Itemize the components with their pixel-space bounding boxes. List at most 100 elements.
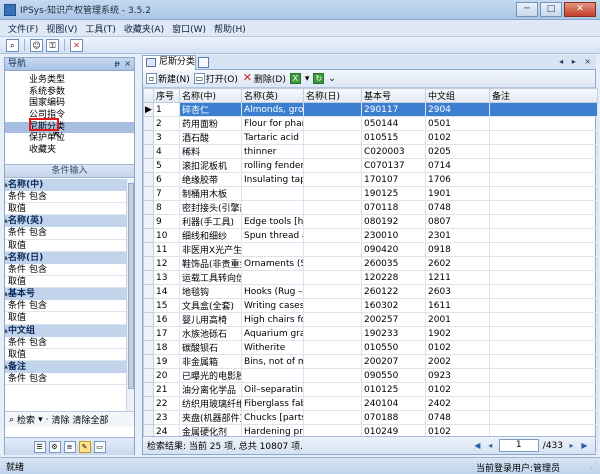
table-cell[interactable]: 2001: [425, 312, 490, 327]
table-cell[interactable]: 17: [153, 326, 180, 341]
row-indicator[interactable]: [143, 172, 154, 187]
table-cell[interactable]: 0102: [425, 340, 490, 355]
table-cell[interactable]: [303, 172, 362, 187]
table-cell[interactable]: High chairs for: [241, 312, 304, 327]
table-row[interactable]: 10细线和细纱Spun thread ar 2300102301: [143, 228, 598, 243]
menu-favorites[interactable]: 收藏夹(A): [120, 22, 168, 35]
table-cell[interactable]: 油分离化学品: [179, 382, 242, 397]
table-cell[interactable]: 0923: [425, 368, 490, 383]
table-cell[interactable]: Spun thread ar: [241, 228, 304, 243]
table-cell[interactable]: 160302: [361, 298, 426, 313]
table-row[interactable]: 21 油分离化学品 Oil–separating 010125 0102: [143, 382, 598, 397]
table-cell[interactable]: [303, 312, 362, 327]
table-cell[interactable]: 非医用X光产生装: [179, 242, 242, 257]
condition-value[interactable]: 包含: [27, 300, 47, 311]
table-cell[interactable]: Bins, not of me: [241, 354, 304, 369]
table-cell[interactable]: [489, 144, 598, 159]
condition-scrollbar[interactable]: [126, 179, 134, 411]
table-cell[interactable]: 0102: [425, 382, 490, 397]
table-cell[interactable]: 070188: [361, 410, 426, 425]
table-row[interactable]: 14 地毯钩 Hooks (Rug –) 260122 2603: [143, 284, 598, 299]
nav-item-protection-unit[interactable]: 保护单位: [29, 133, 134, 145]
menu-help[interactable]: 帮助(H): [210, 22, 250, 35]
table-cell[interactable]: [489, 158, 598, 173]
table-cell[interactable]: [303, 284, 362, 299]
table-cell[interactable]: [489, 326, 598, 341]
column-header[interactable]: 备注: [489, 88, 598, 103]
table-cell[interactable]: 0205: [425, 144, 490, 159]
table-cell[interactable]: 地毯钩: [179, 284, 242, 299]
table-cell[interactable]: 14: [153, 284, 180, 299]
column-header[interactable]: 基本号: [361, 88, 426, 103]
table-cell[interactable]: thinner: [241, 144, 304, 159]
table-cell[interactable]: 运载工具转向信号: [179, 270, 242, 285]
row-indicator[interactable]: [143, 396, 154, 411]
condition-row[interactable]: 取值: [5, 240, 127, 252]
table-cell[interactable]: 制桶用木板: [179, 186, 242, 201]
menu-tools[interactable]: 工具(T): [81, 22, 120, 35]
table-cell[interactable]: 7: [153, 186, 180, 201]
table-cell[interactable]: [303, 102, 362, 117]
table-cell[interactable]: 260122: [361, 284, 426, 299]
condition-group-title[interactable]: 备注: [5, 360, 127, 373]
new-tab-icon[interactable]: [198, 57, 209, 68]
condition-value[interactable]: 包含: [27, 264, 47, 275]
row-indicator[interactable]: ▶: [143, 102, 154, 117]
table-cell[interactable]: 0807: [425, 214, 490, 229]
table-row[interactable]: 8密封接头(引擎部 0701180748: [143, 200, 598, 215]
table-cell[interactable]: 0748: [425, 410, 490, 425]
condition-group-title[interactable]: 名称(日): [5, 251, 127, 264]
row-indicator[interactable]: [143, 354, 154, 369]
table-cell[interactable]: 0714: [425, 158, 490, 173]
table-cell[interactable]: [303, 396, 362, 411]
table-cell[interactable]: [489, 368, 598, 383]
table-cell[interactable]: 9: [153, 214, 180, 229]
table-cell[interactable]: 050144: [361, 116, 426, 131]
table-cell[interactable]: [303, 144, 362, 159]
condition-value[interactable]: [27, 276, 29, 287]
table-cell[interactable]: 12: [153, 256, 180, 271]
table-cell[interactable]: 5: [153, 158, 180, 173]
condition-row[interactable]: 条件 包含: [5, 300, 127, 313]
row-indicator[interactable]: [143, 256, 154, 271]
row-indicator[interactable]: [143, 186, 154, 201]
table-cell[interactable]: 1: [153, 102, 180, 117]
condition-value[interactable]: 包含: [27, 337, 47, 348]
table-cell[interactable]: 120228: [361, 270, 426, 285]
row-indicator[interactable]: [143, 326, 154, 341]
table-cell[interactable]: [489, 116, 598, 131]
table-cell[interactable]: 婴儿用高椅: [179, 312, 242, 327]
table-cell[interactable]: [489, 270, 598, 285]
column-header[interactable]: 序号: [153, 88, 180, 103]
table-cell[interactable]: [241, 270, 304, 285]
edit-icon[interactable]: ✎: [78, 440, 91, 453]
row-indicator[interactable]: [143, 158, 154, 173]
table-cell[interactable]: 文具盒(全套): [179, 298, 242, 313]
table-cell[interactable]: [489, 340, 598, 355]
table-cell[interactable]: 22: [153, 396, 180, 411]
table-row[interactable]: 16 婴儿用高椅 High chairs for 200257 2001: [143, 312, 598, 327]
dropdown-icon[interactable]: ▾: [38, 415, 43, 425]
row-indicator[interactable]: [143, 284, 154, 299]
table-cell[interactable]: 18: [153, 340, 180, 355]
resize-grip-icon[interactable]: ⋰: [590, 461, 598, 470]
table-cell[interactable]: [489, 256, 598, 271]
table-cell[interactable]: Tartaric acid: [241, 130, 304, 145]
table-cell[interactable]: 2002: [425, 354, 490, 369]
exit-icon[interactable]: ✕: [70, 38, 83, 52]
table-cell[interactable]: 稀料: [179, 144, 242, 159]
condition-row[interactable]: 取值: [5, 312, 127, 325]
search-icon[interactable]: ⌕: [6, 38, 19, 52]
table-cell[interactable]: 090420: [361, 242, 426, 257]
column-header[interactable]: 名称(日): [303, 88, 362, 103]
table-cell[interactable]: [489, 228, 598, 243]
nav-item-favorites[interactable]: 收藏夹: [29, 145, 134, 157]
table-cell[interactable]: [303, 298, 362, 313]
table-cell[interactable]: [303, 130, 362, 145]
table-cell[interactable]: 8: [153, 200, 180, 215]
table-cell[interactable]: 1211: [425, 270, 490, 285]
table-cell[interactable]: [489, 382, 598, 397]
table-cell[interactable]: [489, 214, 598, 229]
table-row[interactable]: 12鞋饰品(非贵重金Ornaments (Sh 2600352602: [143, 256, 598, 271]
toolbar-overflow-icon[interactable]: ⌄: [328, 74, 336, 84]
